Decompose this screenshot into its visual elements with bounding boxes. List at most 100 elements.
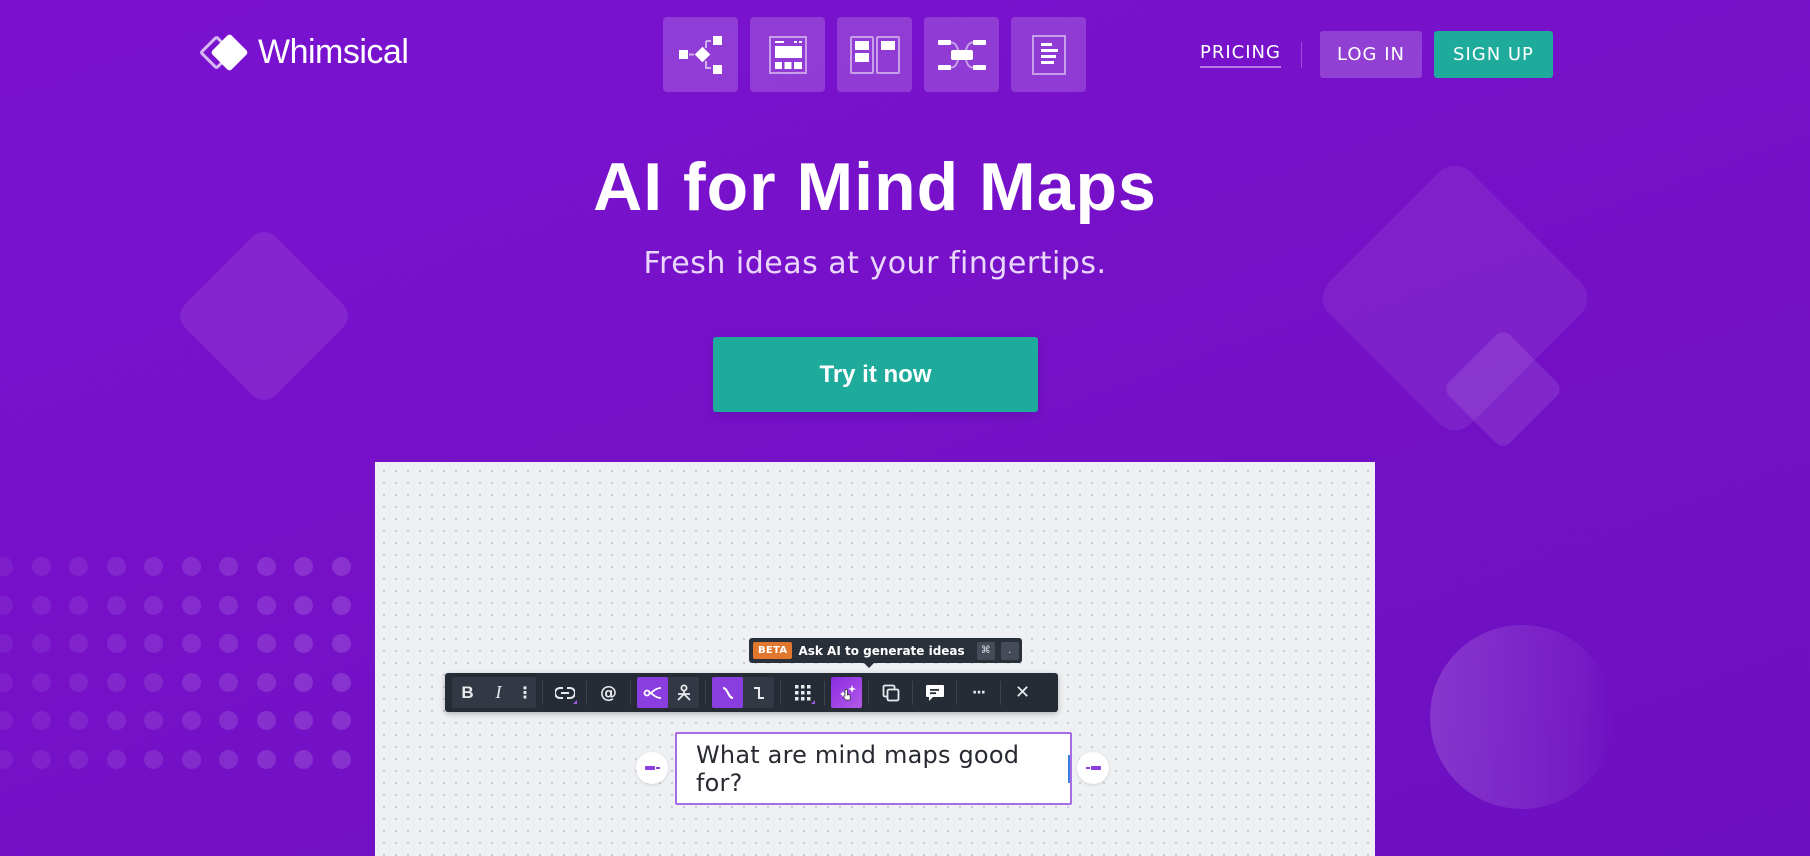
decorative-dot — [219, 634, 238, 653]
toolbar-divider — [705, 680, 706, 705]
decorative-dot — [181, 634, 201, 653]
decorative-dot — [69, 557, 88, 576]
decorative-dot — [181, 672, 201, 692]
doc-icon — [1031, 34, 1066, 75]
mention-button[interactable]: @ — [593, 677, 624, 708]
decorative-dot — [69, 634, 88, 653]
link-icon — [554, 686, 575, 699]
connector-handle-icon — [1090, 766, 1101, 770]
curve-icon — [722, 686, 733, 699]
decorative-dot — [294, 672, 313, 692]
decorative-dot — [256, 557, 276, 576]
decorative-dot — [69, 749, 88, 769]
comment-button[interactable] — [919, 677, 950, 708]
add-right-node-handle[interactable] — [1077, 752, 1109, 784]
decorative-dot — [31, 749, 51, 769]
curved-connector-button[interactable] — [712, 677, 743, 708]
decorative-dot — [256, 749, 276, 769]
elbow-icon — [753, 686, 764, 699]
login-button[interactable]: LOG IN — [1319, 31, 1422, 78]
decorative-dot — [294, 711, 313, 730]
decorative-dot — [331, 749, 351, 769]
page-subtitle: Fresh ideas at your fingertips. — [643, 246, 1107, 281]
layout-tree-button[interactable] — [668, 677, 699, 708]
decorative-dot — [294, 634, 313, 653]
toolbar-divider — [780, 680, 781, 705]
product-mindmaps-button[interactable] — [924, 17, 999, 92]
pricing-link[interactable]: PRICING — [1200, 42, 1281, 68]
decorative-dot — [31, 711, 51, 730]
tree-icon — [676, 684, 691, 701]
mindmap-root-node[interactable]: What are mind maps good for? — [675, 732, 1072, 805]
decorative-dot — [106, 557, 126, 576]
signup-button[interactable]: SIGN UP — [1433, 31, 1553, 78]
decorative-dot — [144, 711, 163, 730]
decorative-dot — [294, 595, 313, 615]
toolbar-divider — [824, 680, 825, 705]
decorative-dot — [69, 595, 88, 615]
decorative-dot — [31, 672, 51, 692]
decorative-dot — [106, 749, 126, 769]
shortcut-key-command: ⌘ — [976, 641, 995, 660]
logo-text: Whimsical — [258, 32, 409, 71]
decorative-dot — [31, 557, 51, 576]
decorative-dot — [219, 749, 238, 769]
add-left-node-handle[interactable] — [636, 752, 668, 784]
shortcut-key-period: . — [1000, 641, 1019, 660]
decorative-dot — [219, 595, 238, 615]
decorative-dot — [106, 595, 126, 615]
decorative-dot — [0, 634, 13, 653]
close-button[interactable]: ✕ — [1007, 677, 1038, 708]
decorative-dot — [219, 557, 238, 576]
header-nav: PRICING LOG IN SIGN UP — [1200, 31, 1553, 78]
decorative-dot — [0, 672, 13, 692]
text-cursor — [1068, 754, 1070, 783]
node-toolbar: B I ⋮ @ ··· ✕ — [445, 673, 1058, 712]
decorative-dot — [0, 749, 13, 769]
ai-generate-button[interactable] — [831, 677, 862, 708]
decorative-dot — [331, 557, 351, 576]
decorative-dot — [106, 672, 126, 692]
duplicate-button[interactable] — [875, 677, 906, 708]
toolbar-divider — [1000, 680, 1001, 705]
decorative-dot — [219, 711, 238, 730]
text-more-button[interactable]: ⋮ — [514, 677, 536, 708]
decorative-dot — [181, 595, 201, 615]
tooltip-text: Ask AI to generate ideas — [798, 643, 965, 658]
decorative-dot — [294, 749, 313, 769]
toolbar-divider — [630, 680, 631, 705]
logo[interactable]: Whimsical — [198, 32, 409, 72]
more-button[interactable]: ··· — [963, 677, 994, 708]
decorative-dot — [31, 595, 51, 615]
decorative-dot — [144, 634, 163, 653]
node-text-input[interactable]: What are mind maps good for? — [696, 741, 1067, 797]
decorative-dot — [181, 711, 201, 730]
decorative-dot — [69, 672, 88, 692]
decorative-dot — [144, 749, 163, 769]
decorative-dot — [144, 595, 163, 615]
link-button[interactable] — [549, 677, 580, 708]
elbow-connector-button[interactable] — [743, 677, 774, 708]
color-grid-button[interactable] — [787, 677, 818, 708]
product-boards-button[interactable] — [837, 17, 912, 92]
decorative-dot — [144, 557, 163, 576]
try-it-now-button[interactable]: Try it now — [713, 337, 1038, 412]
decorative-dot — [69, 711, 88, 730]
branch-icon — [643, 686, 661, 699]
decorative-dot — [256, 634, 276, 653]
bold-button[interactable]: B — [452, 677, 483, 708]
beta-badge: BETA — [753, 642, 793, 659]
italic-button[interactable]: I — [483, 677, 514, 708]
layout-group — [637, 677, 699, 708]
wireframe-icon — [768, 35, 807, 74]
decorative-diamond-small — [1442, 328, 1564, 450]
product-wireframes-button[interactable] — [750, 17, 825, 92]
page-title: AI for Mind Maps — [593, 149, 1157, 225]
decorative-dot — [181, 749, 201, 769]
layout-branches-button[interactable] — [637, 677, 668, 708]
product-flowcharts-button[interactable] — [663, 17, 738, 92]
decorative-dot — [331, 672, 351, 692]
product-switcher — [663, 17, 1086, 92]
product-docs-button[interactable] — [1011, 17, 1086, 92]
comment-icon — [925, 684, 944, 701]
